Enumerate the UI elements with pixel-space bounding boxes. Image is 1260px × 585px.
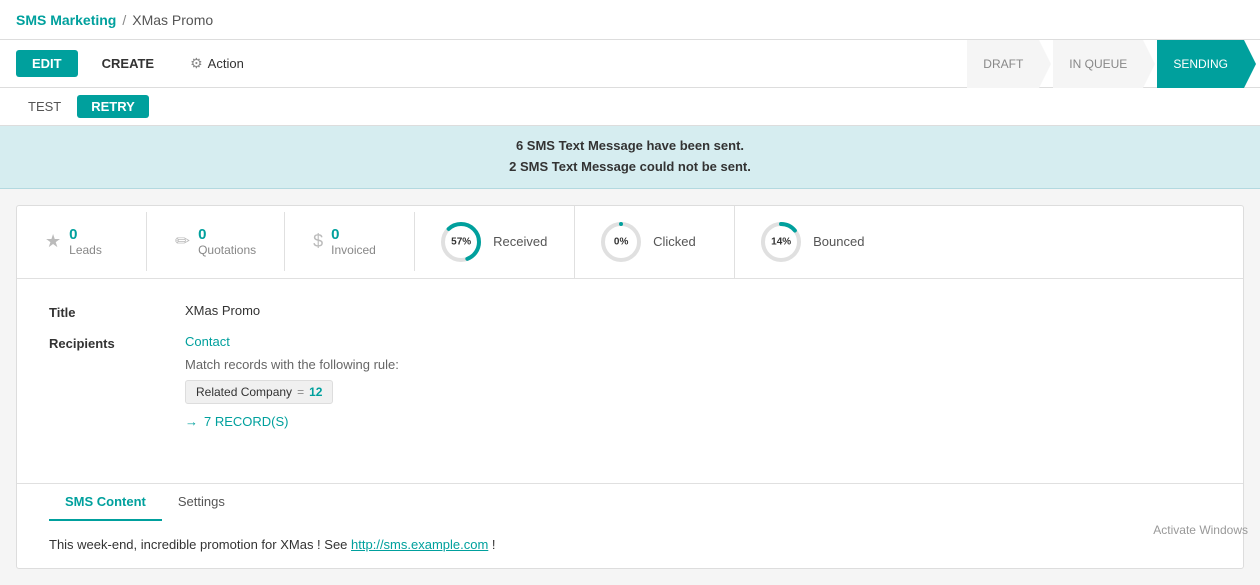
rule-field: Related Company xyxy=(196,385,292,399)
form-row-recipients: Recipients Contact Match records with th… xyxy=(49,334,1211,429)
recipients-value[interactable]: Contact xyxy=(185,334,399,349)
stat-clicked[interactable]: 0% Clicked xyxy=(575,206,735,278)
breadcrumb-page: XMas Promo xyxy=(132,12,213,28)
status-draft: DRAFT xyxy=(967,40,1039,88)
action-label: Action xyxy=(208,56,244,71)
rule-tag[interactable]: Related Company = 12 xyxy=(185,380,333,404)
sms-text-suffix: ! xyxy=(488,537,495,552)
sms-link[interactable]: http://sms.example.com xyxy=(351,537,488,552)
test-button[interactable]: TEST xyxy=(16,95,73,118)
breadcrumb-bar: SMS Marketing / XMas Promo xyxy=(0,0,1260,40)
sub-toolbar: TEST RETRY xyxy=(0,88,1260,126)
clicked-pct: 0% xyxy=(614,236,628,247)
bounced-circle: 14% xyxy=(759,220,803,264)
leads-text: 0 Leads xyxy=(69,226,102,257)
stat-invoiced[interactable]: $ 0 Invoiced xyxy=(285,212,415,271)
alert-banner: 6 SMS Text Message have been sent. 2 SMS… xyxy=(0,126,1260,189)
stat-received[interactable]: 57% Received xyxy=(415,206,575,278)
status-sending: SENDING xyxy=(1157,40,1244,88)
breadcrumb-app[interactable]: SMS Marketing xyxy=(16,12,116,28)
watermark: Activate Windows xyxy=(1153,523,1248,537)
received-circle: 57% xyxy=(439,220,483,264)
main-toolbar: EDIT CREATE ⚙ Action DRAFT IN QUEUE SEND… xyxy=(0,40,1260,88)
quotations-label: Quotations xyxy=(198,243,256,257)
leads-label: Leads xyxy=(69,243,102,257)
pencil-icon: ✏ xyxy=(175,231,190,252)
received-label: Received xyxy=(493,234,547,249)
gear-icon: ⚙ xyxy=(190,55,203,72)
tab-sms-content[interactable]: SMS Content xyxy=(49,484,162,521)
edit-button[interactable]: EDIT xyxy=(16,50,78,77)
main-content: ★ 0 Leads ✏ 0 Quotations $ 0 Invoiced xyxy=(16,205,1244,569)
status-steps: DRAFT IN QUEUE SENDING xyxy=(967,40,1244,88)
title-label: Title xyxy=(49,303,169,320)
title-value: XMas Promo xyxy=(185,303,260,318)
invoiced-number: 0 xyxy=(331,226,376,243)
alert-line1: 6 SMS Text Message have been sent. xyxy=(10,136,1250,157)
invoiced-text: 0 Invoiced xyxy=(331,226,376,257)
clicked-circle: 0% xyxy=(599,220,643,264)
tab-settings[interactable]: Settings xyxy=(162,484,241,521)
form-row-title: Title XMas Promo xyxy=(49,303,1211,320)
sms-content-area: This week-end, incredible promotion for … xyxy=(17,521,1243,568)
records-count: 7 RECORD(S) xyxy=(204,414,289,429)
breadcrumb: SMS Marketing / XMas Promo xyxy=(16,12,213,28)
leads-number: 0 xyxy=(69,226,102,243)
invoiced-label: Invoiced xyxy=(331,243,376,257)
records-link[interactable]: → 7 RECORD(S) xyxy=(185,414,399,429)
received-pct: 57% xyxy=(451,236,471,247)
bounced-label: Bounced xyxy=(813,234,864,249)
form-section: Title XMas Promo Recipients Contact Matc… xyxy=(17,279,1243,467)
dollar-icon: $ xyxy=(313,231,323,252)
action-button[interactable]: ⚙ Action xyxy=(178,49,256,78)
arrow-right-icon: → xyxy=(185,414,198,429)
rule-text: Match records with the following rule: xyxy=(185,357,399,372)
clicked-label: Clicked xyxy=(653,234,696,249)
rule-operator: = xyxy=(297,385,304,399)
quotations-text: 0 Quotations xyxy=(198,226,256,257)
retry-button[interactable]: RETRY xyxy=(77,95,149,118)
sms-text-prefix: This week-end, incredible promotion for … xyxy=(49,537,351,552)
star-icon: ★ xyxy=(45,231,61,252)
recipients-label: Recipients xyxy=(49,334,169,351)
stat-quotations[interactable]: ✏ 0 Quotations xyxy=(147,212,285,271)
status-in-queue: IN QUEUE xyxy=(1053,40,1143,88)
alert-line2: 2 SMS Text Message could not be sent. xyxy=(10,157,1250,178)
quotations-number: 0 xyxy=(198,226,256,243)
bounced-pct: 14% xyxy=(771,236,791,247)
stat-leads[interactable]: ★ 0 Leads xyxy=(17,212,147,271)
rule-value: 12 xyxy=(309,385,322,399)
stats-row: ★ 0 Leads ✏ 0 Quotations $ 0 Invoiced xyxy=(17,206,1243,279)
create-button[interactable]: CREATE xyxy=(86,50,170,77)
stat-bounced[interactable]: 14% Bounced xyxy=(735,206,895,278)
tabs-bar: SMS Content Settings xyxy=(17,483,1243,521)
breadcrumb-separator: / xyxy=(122,12,126,28)
